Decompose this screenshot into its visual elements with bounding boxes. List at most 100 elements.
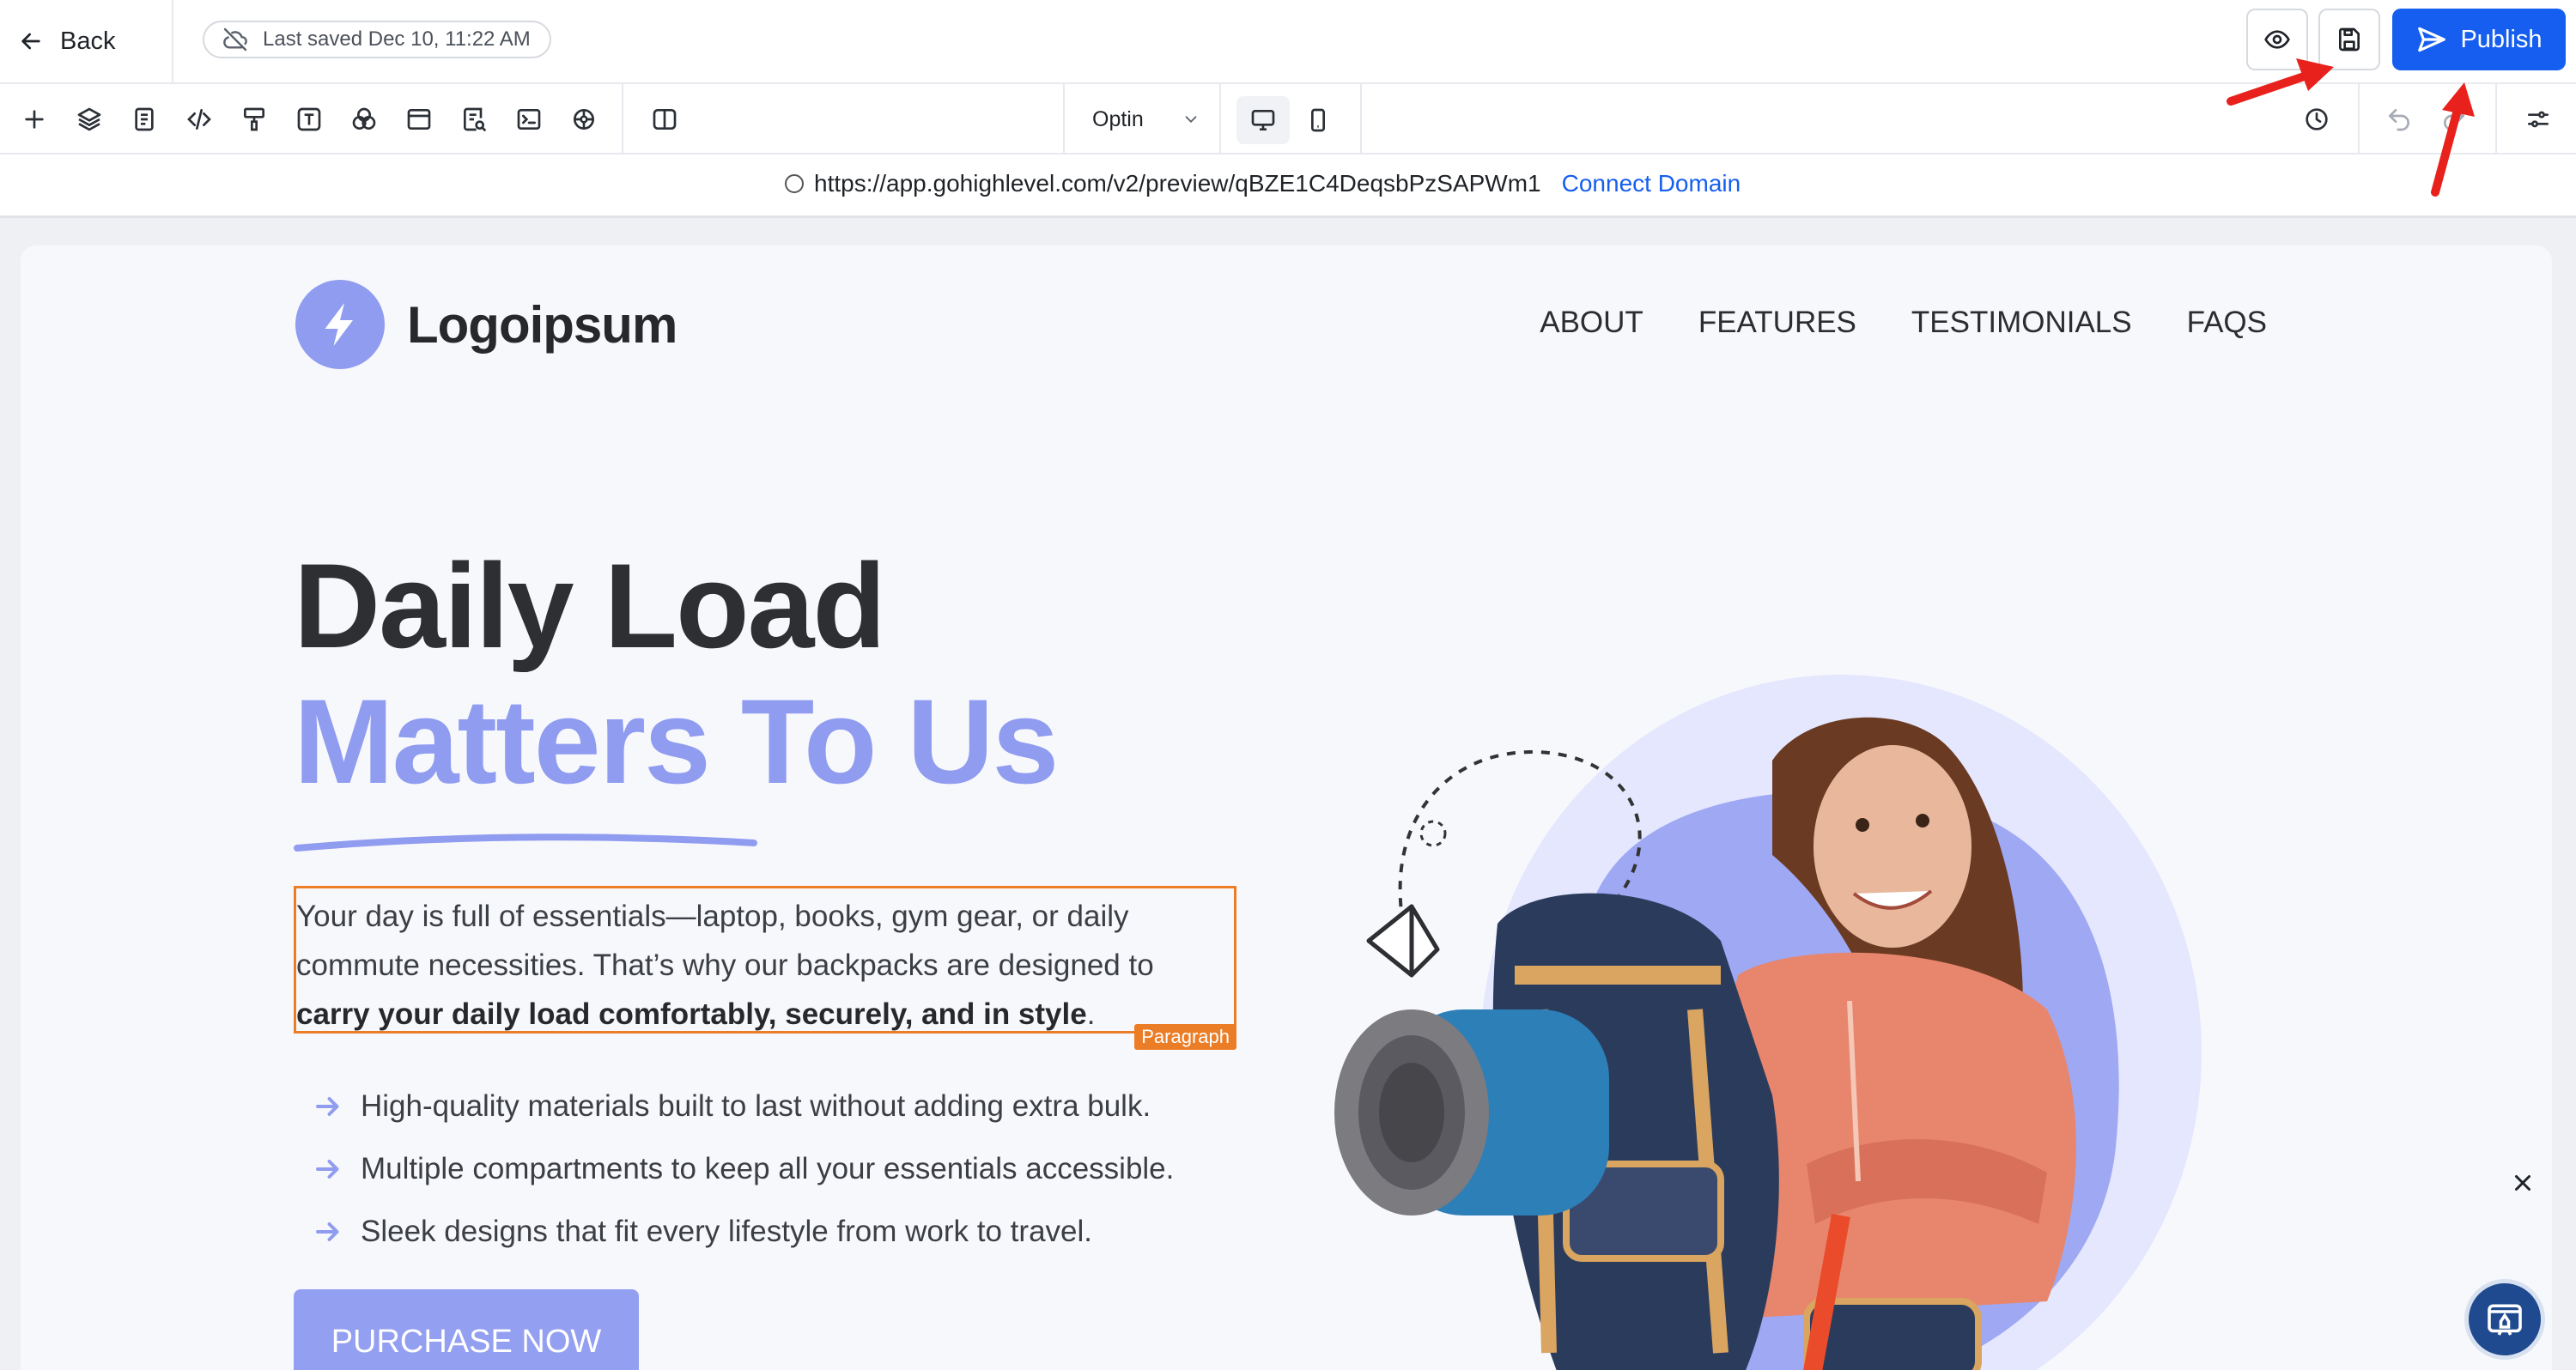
colors-icon xyxy=(352,107,376,130)
feature-text: Sleek designs that fit every lifestyle f… xyxy=(361,1214,1092,1248)
save-status-text: Last saved Dec 10, 11:22 AM xyxy=(263,27,531,51)
toolbar-divider xyxy=(1219,84,1221,155)
feature-text: Multiple compartments to keep all your e… xyxy=(361,1151,1175,1185)
typography-icon xyxy=(297,107,321,131)
settings-wheel-icon xyxy=(574,109,594,130)
sliders-icon xyxy=(2528,111,2549,128)
preview-button[interactable] xyxy=(2246,9,2308,70)
pages-icon xyxy=(135,107,154,131)
toolbar-divider xyxy=(622,84,623,155)
list-item: Sleek designs that fit every lifestyle f… xyxy=(313,1200,1174,1263)
page-selector[interactable]: Optin xyxy=(1092,100,1200,138)
rocket-browser-icon xyxy=(2488,1304,2522,1336)
history-clock-icon xyxy=(2306,108,2328,130)
redo-icon xyxy=(2444,109,2464,131)
close-icon xyxy=(2515,1175,2530,1191)
colors-button[interactable] xyxy=(345,100,383,138)
paper-plane-icon xyxy=(1366,904,1440,978)
publish-button[interactable]: Publish xyxy=(2392,9,2566,70)
site-nav: ABOUT FEATURES TESTIMONIALS FAQS xyxy=(1540,306,2267,340)
send-icon xyxy=(2418,27,2446,52)
styles-button[interactable] xyxy=(235,100,273,138)
page-settings-button[interactable] xyxy=(2519,100,2557,138)
smartphone-icon xyxy=(1311,108,1325,132)
code-icon xyxy=(187,109,211,130)
connect-domain-link[interactable]: Connect Domain xyxy=(1562,170,1741,197)
columns-icon xyxy=(653,109,677,130)
nav-item-features[interactable]: FEATURES xyxy=(1698,306,1856,340)
publish-label: Publish xyxy=(2460,25,2543,53)
paragraph-end: . xyxy=(1086,997,1096,1031)
undo-button[interactable] xyxy=(2380,100,2418,138)
layers-button[interactable] xyxy=(70,100,108,138)
nav-item-faqs[interactable]: FAQS xyxy=(2187,306,2267,340)
custom-code-button[interactable] xyxy=(180,100,218,138)
purchase-now-button[interactable]: PURCHASE NOW xyxy=(294,1289,639,1370)
feature-list: High-quality materials built to last wit… xyxy=(313,1075,1174,1263)
preview-url-bar: https://app.gohighlevel.com/v2/preview/q… xyxy=(0,155,2576,218)
headline-line-2[interactable]: Matters To Us xyxy=(294,682,1059,802)
tracking-code-button[interactable] xyxy=(510,100,548,138)
list-item: Multiple compartments to keep all your e… xyxy=(313,1137,1174,1200)
add-icon xyxy=(25,110,44,129)
feature-text: High-quality materials built to last wit… xyxy=(361,1088,1151,1123)
logo-text: Logoipsum xyxy=(407,295,677,354)
layout-icon xyxy=(407,109,431,130)
undo-icon xyxy=(2389,109,2409,131)
header-divider xyxy=(172,0,173,84)
arrow-left-icon xyxy=(21,33,40,50)
close-widget-button[interactable] xyxy=(2506,1166,2540,1200)
monitor-icon xyxy=(1251,110,1275,130)
site-logo[interactable]: Logoipsum xyxy=(295,280,677,369)
layout-button[interactable] xyxy=(400,100,438,138)
settings-wheel-button[interactable] xyxy=(565,100,603,138)
person-face xyxy=(1814,745,1971,948)
list-item: High-quality materials built to last wit… xyxy=(313,1075,1174,1137)
headline-underline-decoration xyxy=(294,834,757,852)
status-circle-icon xyxy=(785,174,804,193)
top-header-bar: Back Last saved Dec 10, 11:22 AM Publish xyxy=(0,0,2576,84)
headline-line-1[interactable]: Daily Load xyxy=(294,546,886,666)
columns-button[interactable] xyxy=(646,100,683,138)
nav-item-testimonials[interactable]: TESTIMONIALS xyxy=(1911,306,2132,340)
chevron-down-icon xyxy=(1185,116,1197,124)
paragraph-bold-text: carry your daily load comfortably, secur… xyxy=(296,997,1087,1031)
back-label: Back xyxy=(60,27,116,55)
lightning-logo-icon xyxy=(295,280,385,369)
nav-item-about[interactable]: ABOUT xyxy=(1540,306,1643,340)
back-button[interactable]: Back xyxy=(17,17,115,65)
page-selector-value: Optin xyxy=(1092,106,1144,131)
pages-button[interactable] xyxy=(125,100,163,138)
seo-button[interactable] xyxy=(455,100,493,138)
desktop-view-button[interactable] xyxy=(1236,96,1290,144)
preview-url[interactable]: https://app.gohighlevel.com/v2/preview/q… xyxy=(814,170,1541,197)
search-page-icon xyxy=(464,107,487,132)
terminal-icon xyxy=(517,109,541,130)
typography-button[interactable] xyxy=(290,100,328,138)
redo-button[interactable] xyxy=(2435,100,2473,138)
toolbar-divider xyxy=(2495,84,2497,155)
hero-paragraph[interactable]: Your day is full of essentials—laptop, b… xyxy=(296,892,1232,1039)
selected-paragraph-element[interactable]: Your day is full of essentials—laptop, b… xyxy=(294,886,1236,1050)
save-disk-icon xyxy=(2338,27,2360,52)
toolbar-divider xyxy=(1360,84,1362,155)
add-element-button[interactable] xyxy=(15,100,53,138)
cloud-off-icon xyxy=(223,27,247,52)
arrow-right-icon xyxy=(316,1159,339,1179)
page-canvas: Logoipsum ABOUT FEATURES TESTIMONIALS FA… xyxy=(21,246,2552,1370)
save-button[interactable] xyxy=(2318,9,2380,70)
toolbar-divider xyxy=(2358,84,2360,155)
arrow-right-icon xyxy=(316,1096,339,1116)
paragraph-text: Your day is full of essentials—laptop, b… xyxy=(296,900,1154,982)
save-status-badge: Last saved Dec 10, 11:22 AM xyxy=(203,21,551,58)
paint-icon xyxy=(244,107,264,131)
version-history-button[interactable] xyxy=(2298,100,2336,138)
help-launcher-button[interactable] xyxy=(2464,1279,2545,1360)
yoga-mat xyxy=(1334,1009,1609,1215)
mobile-view-button[interactable] xyxy=(1291,96,1345,144)
eye-icon xyxy=(2264,30,2290,49)
toolbar-divider xyxy=(1063,84,1065,155)
editor-toolbar: Optin xyxy=(0,84,2576,155)
hero-image[interactable] xyxy=(1291,494,2279,1370)
element-type-tag: Paragraph xyxy=(1134,1024,1236,1050)
